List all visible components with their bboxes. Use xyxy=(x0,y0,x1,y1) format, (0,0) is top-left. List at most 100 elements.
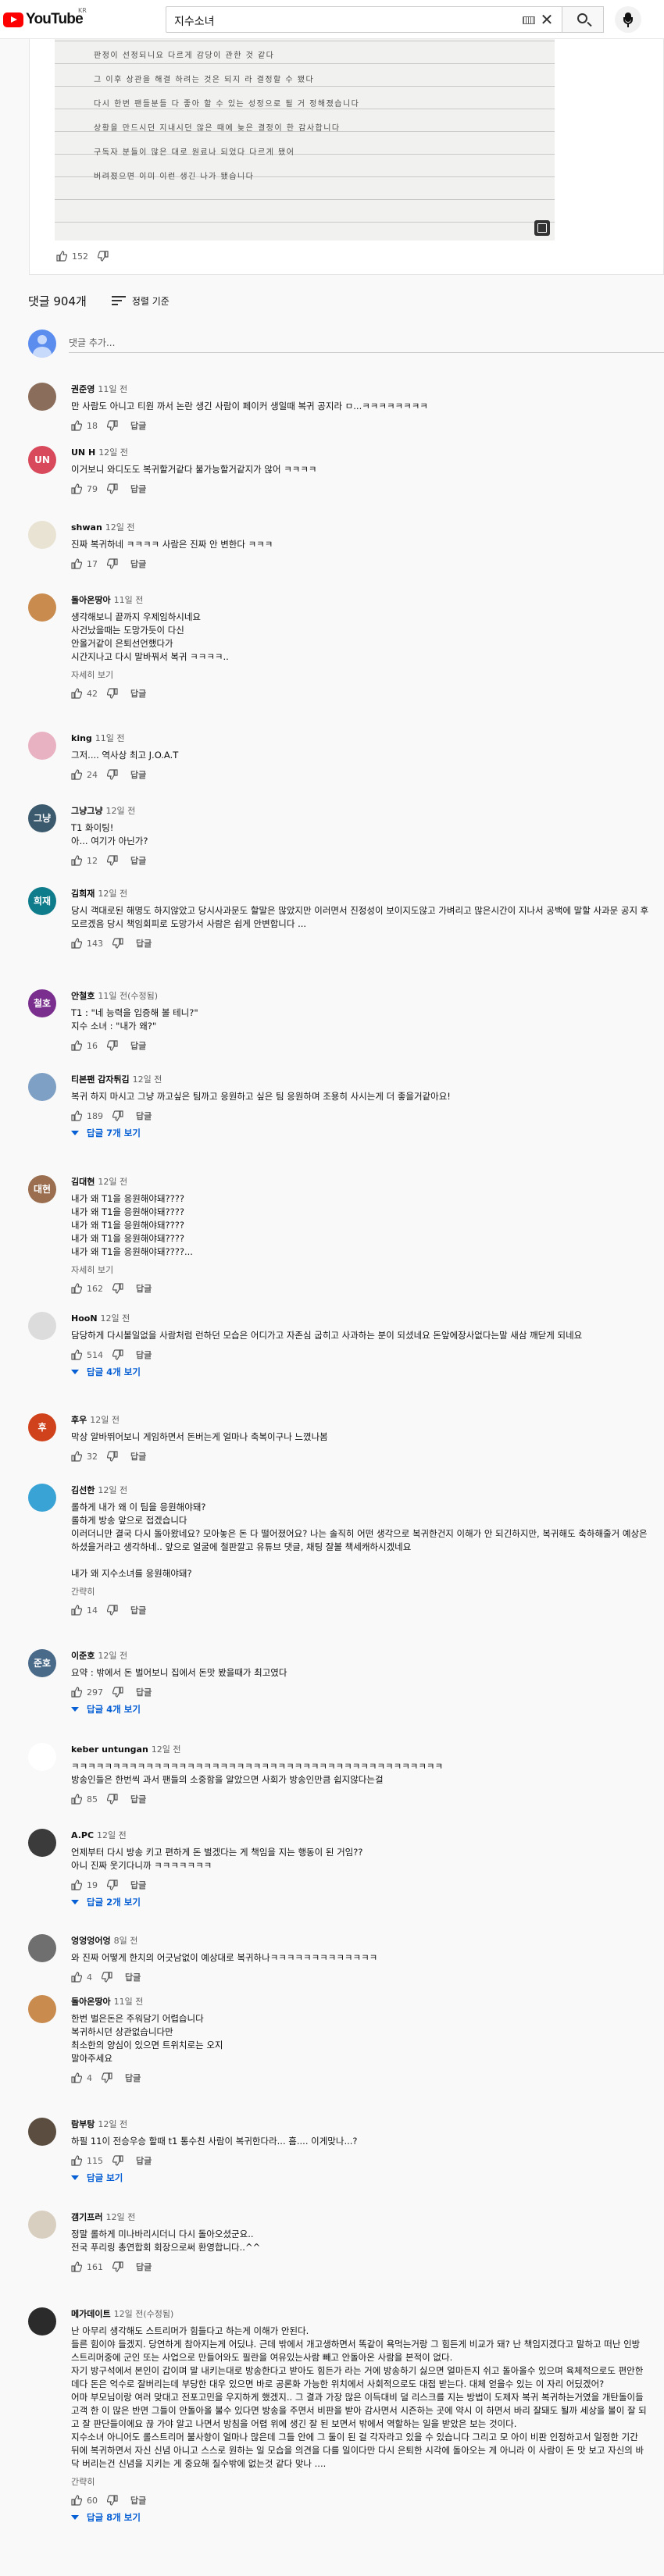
comment-author[interactable]: 그냥그냥 xyxy=(71,806,102,816)
reply-button[interactable]: 답글 xyxy=(136,2154,152,2167)
reply-button[interactable]: 답글 xyxy=(130,419,146,432)
comment-author[interactable]: 후우 xyxy=(71,1415,87,1425)
like-icon[interactable] xyxy=(71,558,83,569)
dislike-icon[interactable] xyxy=(97,251,109,262)
avatar[interactable] xyxy=(28,732,56,760)
dislike-icon[interactable] xyxy=(106,1040,118,1051)
like-icon[interactable] xyxy=(71,2261,83,2272)
dislike-icon[interactable] xyxy=(106,1879,118,1890)
comment-author[interactable]: 김선한 xyxy=(71,1485,95,1495)
like-icon[interactable] xyxy=(71,2072,83,2083)
dislike-icon[interactable] xyxy=(106,1605,118,1616)
comment-author[interactable]: 김희재 xyxy=(71,889,95,899)
view-replies-button[interactable]: 답글 4개 보기 xyxy=(71,1366,649,1378)
comment-time[interactable]: 12일 전 xyxy=(105,522,135,533)
reply-button[interactable]: 답글 xyxy=(130,1879,146,1891)
post-image-handwritten-note[interactable]: 판정이 선정되니요 다르게 감당이 관한 것 같다 그 이후 상관을 해결 하려는… xyxy=(55,39,555,240)
read-more-link[interactable]: 간략히 xyxy=(71,2475,649,2488)
like-icon[interactable] xyxy=(71,1879,83,1890)
comment-time[interactable]: 12일 전 xyxy=(98,889,127,899)
read-more-link[interactable]: 자세히 보기 xyxy=(71,668,649,681)
avatar[interactable] xyxy=(28,1934,56,1962)
dislike-icon[interactable] xyxy=(112,938,123,949)
like-icon[interactable] xyxy=(56,251,68,262)
avatar[interactable] xyxy=(28,2118,56,2146)
comment-author[interactable]: 권준영 xyxy=(71,384,95,394)
avatar[interactable] xyxy=(28,521,56,549)
dislike-icon[interactable] xyxy=(106,855,118,866)
search-input[interactable]: 지수소녀 ✕ xyxy=(166,6,562,33)
sort-button[interactable]: 정렬 기준 xyxy=(132,294,170,308)
reply-button[interactable]: 답글 xyxy=(130,1450,146,1463)
expand-image-icon[interactable] xyxy=(534,220,550,236)
dislike-icon[interactable] xyxy=(106,483,118,494)
reply-button[interactable]: 답글 xyxy=(130,854,146,867)
comment-author[interactable]: 엉엉엉어엉 xyxy=(71,1936,111,1946)
like-icon[interactable] xyxy=(71,938,83,949)
avatar[interactable]: UN xyxy=(28,446,56,474)
reply-button[interactable]: 답글 xyxy=(130,483,146,495)
comment-author[interactable]: 갬기프러 xyxy=(71,2212,102,2222)
comment-time[interactable]: 12일 전 xyxy=(98,1177,127,1187)
view-replies-button[interactable]: 답글 8개 보기 xyxy=(71,2511,649,2524)
keyboard-icon[interactable] xyxy=(523,16,535,24)
comment-author[interactable]: A.PC xyxy=(71,1830,94,1840)
like-icon[interactable] xyxy=(71,2495,83,2506)
dislike-icon[interactable] xyxy=(106,1794,118,1805)
comment-author[interactable]: HooN xyxy=(71,1313,98,1324)
avatar[interactable] xyxy=(28,1995,56,2023)
avatar[interactable] xyxy=(28,1484,56,1512)
comment-time[interactable]: 12일 전 xyxy=(98,1651,127,1661)
avatar[interactable] xyxy=(28,1829,56,1857)
reply-button[interactable]: 답글 xyxy=(136,1110,152,1122)
voice-search-button[interactable] xyxy=(615,6,641,33)
comment-author[interactable]: UN H xyxy=(71,447,95,458)
avatar[interactable] xyxy=(28,2211,56,2239)
dislike-icon[interactable] xyxy=(112,1110,123,1121)
youtube-logo[interactable]: YouTube KR xyxy=(3,7,87,28)
like-icon[interactable] xyxy=(71,769,83,780)
like-icon[interactable] xyxy=(71,1972,83,1983)
comment-time[interactable]: 11일 전(수정됨) xyxy=(98,991,158,1001)
avatar[interactable]: 희재 xyxy=(28,887,56,915)
dislike-icon[interactable] xyxy=(106,688,118,699)
avatar[interactable]: 후 xyxy=(28,1413,56,1441)
avatar[interactable] xyxy=(28,1073,56,1101)
like-icon[interactable] xyxy=(71,855,83,866)
comment-author[interactable]: 돌아온땅아 xyxy=(71,595,111,605)
comment-time[interactable]: 12일 전 xyxy=(90,1415,120,1425)
avatar[interactable]: 준호 xyxy=(28,1649,56,1677)
dislike-icon[interactable] xyxy=(112,1349,123,1360)
avatar[interactable] xyxy=(28,383,56,411)
avatar[interactable]: 철호 xyxy=(28,989,56,1017)
reply-button[interactable]: 답글 xyxy=(136,1349,152,1361)
comment-time[interactable]: 12일 전 xyxy=(98,447,128,458)
like-icon[interactable] xyxy=(71,1794,83,1805)
comment-time[interactable]: 11일 전 xyxy=(114,1997,144,2007)
comment-author[interactable]: 김대현 xyxy=(71,1177,95,1187)
like-icon[interactable] xyxy=(71,1349,83,1360)
comment-time[interactable]: 8일 전 xyxy=(114,1936,138,1946)
dislike-icon[interactable] xyxy=(106,769,118,780)
dislike-icon[interactable] xyxy=(101,2072,112,2083)
dislike-icon[interactable] xyxy=(112,1687,123,1698)
comment-author[interactable]: 티본팬 감자튀김 xyxy=(71,1074,130,1085)
reply-button[interactable]: 답글 xyxy=(130,768,146,781)
comment-time[interactable]: 12일 전 xyxy=(105,806,135,816)
reply-button[interactable]: 답글 xyxy=(125,1971,141,1983)
view-replies-button[interactable]: 답글 2개 보기 xyxy=(71,1896,649,1908)
avatar[interactable] xyxy=(28,1743,56,1771)
reply-button[interactable]: 답글 xyxy=(130,1604,146,1616)
reply-button[interactable]: 답글 xyxy=(136,1282,152,1295)
comment-time[interactable]: 11일 전 xyxy=(95,733,125,743)
comment-time[interactable]: 12일 전 xyxy=(98,2119,127,2129)
comment-time[interactable]: 12일 전 xyxy=(133,1074,162,1085)
like-icon[interactable] xyxy=(71,1283,83,1294)
reply-button[interactable]: 답글 xyxy=(130,2494,146,2507)
comment-time[interactable]: 12일 전 xyxy=(98,1485,127,1495)
avatar[interactable] xyxy=(28,2307,56,2336)
comment-time[interactable]: 12일 전 xyxy=(101,1313,130,1324)
clear-search-icon[interactable]: ✕ xyxy=(537,9,557,30)
comment-author[interactable]: keber untungan xyxy=(71,1744,148,1755)
comment-author[interactable]: shwan xyxy=(71,522,102,533)
